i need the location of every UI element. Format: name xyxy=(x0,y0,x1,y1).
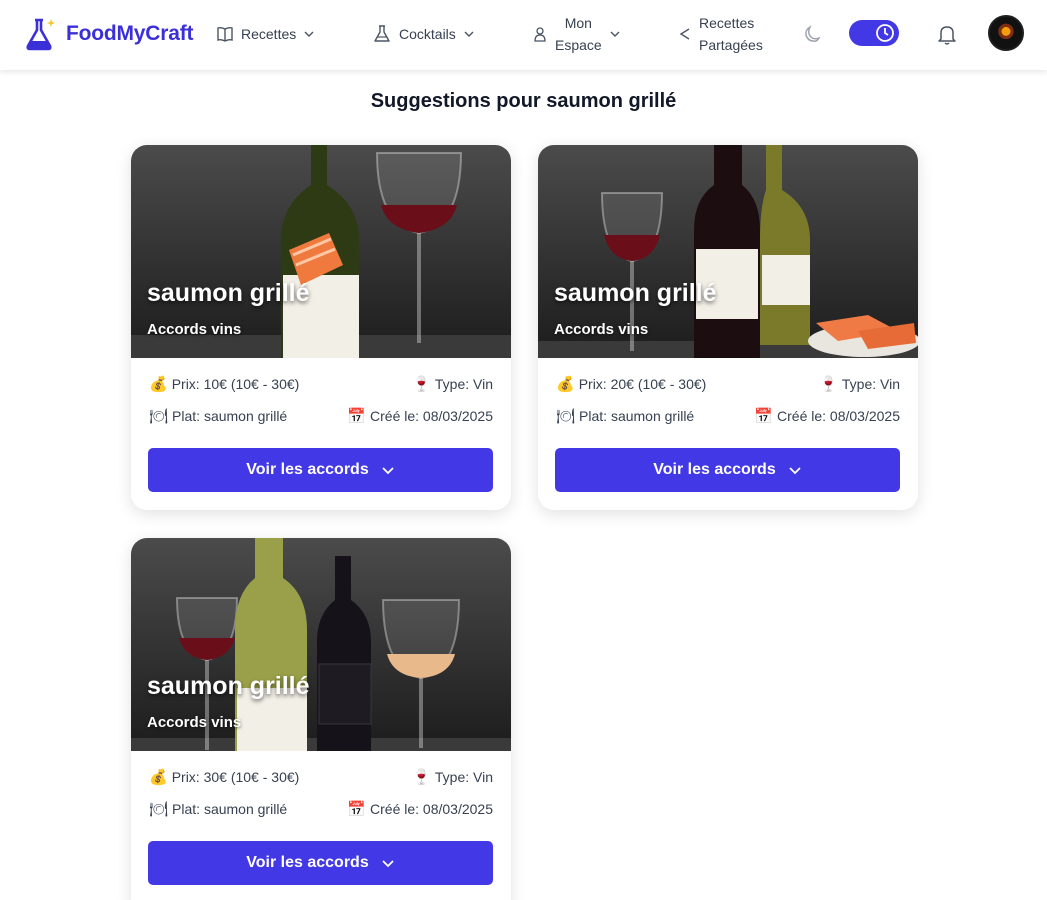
card-title: saumon grillé xyxy=(147,672,310,700)
type-text: Type: Vin xyxy=(434,769,493,785)
wine-pairing-image: saumon grillé Accords vins xyxy=(131,538,511,751)
calendar-icon: 📅 xyxy=(347,800,367,818)
nav-recettes-partagees-label: Recettes Partagées xyxy=(699,12,763,56)
top-navbar: FoodMyCraft Recettes Cocktails Mon Espace… xyxy=(0,0,1047,70)
nav-mon-espace[interactable]: Mon Espace xyxy=(532,12,621,56)
dish-text: Plat: saumon grillé xyxy=(172,408,288,424)
chevron-down-icon xyxy=(610,31,620,37)
card-meta: 💰 Prix: 30€ (10€ - 30€) 🍷 Type: Vin 🍽 Plat:… xyxy=(131,751,511,841)
flask-logo-icon xyxy=(26,18,55,51)
plate-icon: 🍽 xyxy=(149,800,169,818)
price-info: 💰 Prix: 10€ (10€ - 30€) xyxy=(149,375,299,393)
created-info: 📅 Créé le: 08/03/2025 xyxy=(347,407,493,425)
nav-partagees-line2: Partagées xyxy=(699,37,763,53)
created-text: Créé le: 08/03/2025 xyxy=(370,801,493,817)
share-icon xyxy=(679,28,690,40)
nav-mon-espace-label: Mon Espace xyxy=(555,12,602,56)
nav-cocktails[interactable]: Cocktails xyxy=(372,23,475,45)
user-icon xyxy=(534,27,546,42)
wine-glass-icon: 🍷 xyxy=(819,375,838,393)
created-text: Créé le: 08/03/2025 xyxy=(777,408,900,424)
book-icon xyxy=(217,26,233,42)
card-meta: 💰 Prix: 20€ (10€ - 30€) 🍷 Type: Vin 🍽 Plat:… xyxy=(538,358,918,448)
price-text: Prix: 30€ (10€ - 30€) xyxy=(171,769,300,785)
type-info: 🍷 Type: Vin xyxy=(819,375,900,393)
suggestion-card: saumon grillé Accords vins 💰 Prix: 30€ (1… xyxy=(131,538,511,900)
price-text: Prix: 20€ (10€ - 30€) xyxy=(578,376,707,392)
brand-logo-link[interactable]: FoodMyCraft xyxy=(24,14,193,54)
card-subtitle: Accords vins xyxy=(147,714,242,731)
price-info: 💰 Prix: 30€ (10€ - 30€) xyxy=(149,768,299,786)
bell-icon[interactable] xyxy=(936,22,958,46)
nav-mon-espace-line1: Mon xyxy=(564,15,592,31)
nav-cocktails-label: Cocktails xyxy=(399,26,456,42)
chevron-down-icon xyxy=(382,467,394,475)
nav-mon-espace-line2: Espace xyxy=(555,37,602,53)
plate-icon: 🍽 xyxy=(556,407,576,425)
money-bag-icon: 💰 xyxy=(149,375,168,393)
suggestion-card: saumon grillé Accords vins 💰 Prix: 10€ (1… xyxy=(131,145,511,510)
card-title: saumon grillé xyxy=(554,279,717,307)
voir-accords-label: Voir les accords xyxy=(246,461,369,478)
calendar-icon: 📅 xyxy=(347,407,367,425)
money-bag-icon: 💰 xyxy=(149,768,168,786)
created-text: Créé le: 08/03/2025 xyxy=(370,408,493,424)
dish-text: Plat: saumon grillé xyxy=(172,801,288,817)
nav-partagees-line1: Recettes xyxy=(699,15,755,31)
chevron-down-icon xyxy=(789,467,801,475)
dish-info: 🍽 Plat: saumon grillé xyxy=(149,407,287,425)
price-text: Prix: 10€ (10€ - 30€) xyxy=(171,376,300,392)
nav-recettes-label: Recettes xyxy=(241,26,297,42)
card-title: saumon grillé xyxy=(147,279,310,307)
card-subtitle: Accords vins xyxy=(147,321,242,338)
nav-recettes-partagees[interactable]: Recettes Partagées xyxy=(678,12,763,56)
calendar-icon: 📅 xyxy=(754,407,774,425)
wine-pairing-image: saumon grillé Accords vins xyxy=(538,145,918,358)
voir-accords-button[interactable]: Voir les accords xyxy=(148,448,493,492)
nav-recettes[interactable]: Recettes xyxy=(216,23,315,45)
created-info: 📅 Créé le: 08/03/2025 xyxy=(347,800,493,818)
card-meta: 💰 Prix: 10€ (10€ - 30€) 🍷 Type: Vin 🍽 Plat:… xyxy=(131,358,511,448)
voir-accords-label: Voir les accords xyxy=(246,854,369,871)
user-avatar[interactable] xyxy=(988,15,1024,51)
theme-toggle[interactable] xyxy=(849,20,899,46)
plate-icon: 🍽 xyxy=(149,407,169,425)
card-subtitle: Accords vins xyxy=(554,321,649,338)
created-info: 📅 Créé le: 08/03/2025 xyxy=(754,407,900,425)
dish-text: Plat: saumon grillé xyxy=(579,408,695,424)
clock-icon xyxy=(876,24,894,42)
moon-icon[interactable] xyxy=(801,24,823,46)
chevron-down-icon xyxy=(464,31,474,37)
type-info: 🍷 Type: Vin xyxy=(412,768,493,786)
chevron-down-icon xyxy=(382,860,394,868)
wine-glass-icon: 🍷 xyxy=(412,375,431,393)
dish-info: 🍽 Plat: saumon grillé xyxy=(149,800,287,818)
page-title: Suggestions pour saumon grillé xyxy=(370,90,677,112)
suggestion-card: saumon grillé Accords vins 💰 Prix: 20€ (1… xyxy=(538,145,918,510)
chevron-down-icon xyxy=(304,31,314,37)
price-info: 💰 Prix: 20€ (10€ - 30€) xyxy=(556,375,706,393)
wine-pairing-image: saumon grillé Accords vins xyxy=(131,145,511,358)
type-text: Type: Vin xyxy=(434,376,493,392)
voir-accords-button[interactable]: Voir les accords xyxy=(148,841,493,885)
type-info: 🍷 Type: Vin xyxy=(412,375,493,393)
brand-name: FoodMyCraft xyxy=(66,22,194,45)
flask-icon xyxy=(374,25,390,42)
dish-info: 🍽 Plat: saumon grillé xyxy=(556,407,694,425)
wine-glass-icon: 🍷 xyxy=(412,768,431,786)
type-text: Type: Vin xyxy=(841,376,900,392)
voir-accords-label: Voir les accords xyxy=(653,461,776,478)
money-bag-icon: 💰 xyxy=(556,375,575,393)
voir-accords-button[interactable]: Voir les accords xyxy=(555,448,900,492)
